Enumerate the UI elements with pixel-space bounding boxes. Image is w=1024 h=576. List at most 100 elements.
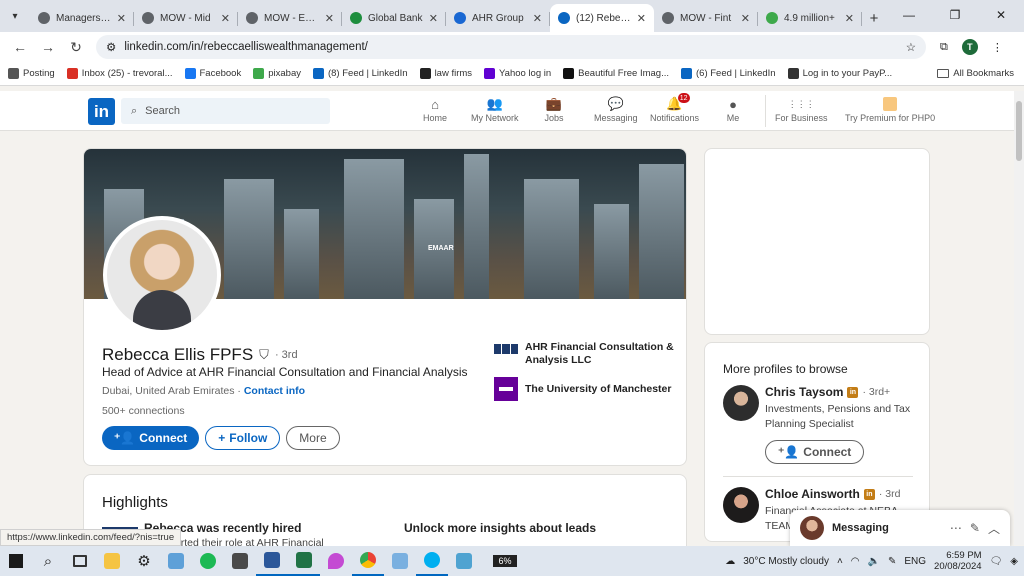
bookmark-star-icon[interactable]: ☆ — [906, 40, 916, 54]
bookmarks-bar: Posting Inbox (25) - trevoral... Facebook p… — [0, 62, 1024, 86]
nav-notifications[interactable]: 🔔 12 Notifications — [650, 92, 699, 123]
avatar[interactable] — [723, 385, 759, 421]
close-tab-icon[interactable]: ✕ — [637, 12, 646, 25]
nav-my-network[interactable]: 👥 My Network — [471, 95, 519, 123]
search-input[interactable]: ⌕ Search — [121, 98, 330, 124]
messaging-overlay[interactable]: Messaging ⋯ ✎ ︿ — [790, 510, 1010, 546]
compose-icon[interactable]: ✎ — [970, 521, 980, 535]
bookmark-favicon-icon — [681, 68, 692, 79]
bookmark-item[interactable]: (6) Feed | LinkedIn — [681, 68, 776, 79]
nav-home[interactable]: ⌂ Home — [423, 95, 447, 124]
close-window-icon[interactable]: ✕ — [978, 0, 1024, 30]
page-scrollbar[interactable] — [1014, 91, 1024, 545]
notifications-icon[interactable]: 🗨 — [990, 556, 1003, 567]
browser-tab[interactable]: MOW - Euro ✕ — [238, 4, 342, 32]
tab-search-icon[interactable]: ▾ — [0, 0, 30, 32]
nav-jobs[interactable]: 💼 Jobs — [544, 95, 564, 123]
education-school[interactable]: The University of Manchester — [494, 377, 674, 402]
language-indicator[interactable]: ENG — [904, 556, 926, 567]
forward-icon[interactable]: → — [34, 34, 62, 60]
browser-tab[interactable]: MOW - Mid ✕ — [134, 4, 238, 32]
bookmark-item[interactable]: Inbox (25) - trevoral... — [66, 68, 173, 79]
windows-start-icon[interactable] — [0, 546, 32, 576]
unlock-insights-heading: Unlock more insights about leads — [404, 521, 597, 535]
contact-info-link[interactable]: Contact info — [244, 385, 305, 397]
wifi-icon[interactable]: ◠ — [851, 556, 860, 567]
browser-tab[interactable]: Global Bank ✕ — [342, 4, 446, 32]
connect-button[interactable]: ⁺👤 Connect — [102, 426, 200, 450]
bookmark-item[interactable]: pixabay — [253, 68, 301, 79]
word-icon[interactable] — [256, 546, 288, 576]
battery-indicator[interactable]: 6% — [480, 546, 530, 576]
restore-icon[interactable]: ❐ — [932, 0, 978, 30]
bookmark-item[interactable]: Yahoo log in — [484, 68, 551, 79]
remote-desktop-icon[interactable] — [160, 546, 192, 576]
chevron-up-icon[interactable]: ︿ — [988, 520, 1000, 537]
close-tab-icon[interactable]: ✕ — [325, 12, 334, 25]
paint-icon[interactable] — [320, 546, 352, 576]
bookmark-favicon-icon — [184, 68, 196, 79]
bookmark-item[interactable]: Beautiful Free Imag... — [563, 68, 669, 79]
reload-icon[interactable]: ↻ — [62, 34, 90, 60]
close-tab-icon[interactable]: ✕ — [533, 12, 542, 25]
snipping-tool-icon[interactable] — [384, 546, 416, 576]
nav-for-business[interactable]: ⋮⋮⋮ For Business — [775, 95, 828, 124]
close-tab-icon[interactable]: ✕ — [741, 12, 750, 25]
more-options-icon[interactable]: ⋯ — [950, 521, 962, 535]
settings-icon[interactable]: ⚙ — [128, 546, 160, 576]
more-button[interactable]: More — [286, 426, 340, 450]
all-bookmarks[interactable]: All Bookmarks — [937, 68, 1014, 79]
back-icon[interactable]: ← — [6, 34, 34, 60]
calculator-icon[interactable] — [224, 546, 256, 576]
bookmark-item[interactable]: law firms — [419, 68, 472, 79]
chrome-icon[interactable] — [352, 546, 384, 576]
url-omnibox[interactable]: ⚙ linkedin.com/in/rebeccaelliswealthmana… — [96, 35, 926, 59]
bookmark-favicon-icon — [253, 68, 265, 79]
weather-text[interactable]: 30°C Mostly cloudy — [743, 556, 829, 567]
file-explorer-icon[interactable] — [96, 546, 128, 576]
browser-tab[interactable]: MOW - Fint ✕ — [654, 4, 758, 32]
nav-messaging[interactable]: 💬 Messaging — [594, 95, 638, 123]
bookmark-item[interactable]: (8) Feed | LinkedIn — [312, 68, 408, 79]
browser-tab[interactable]: (12) Rebecca ✕ — [550, 4, 654, 32]
copilot-icon[interactable]: ◈ — [1010, 556, 1018, 567]
spotify-icon[interactable] — [192, 546, 224, 576]
nav-premium[interactable]: Try Premium for PHP0 — [845, 95, 935, 123]
clock[interactable]: 6:59 PM 20/08/2024 — [934, 550, 982, 573]
close-tab-icon[interactable]: ✕ — [117, 12, 126, 25]
verified-shield-icon[interactable]: ⛉ — [259, 347, 269, 363]
connect-button[interactable]: ⁺👤 Connect — [765, 440, 865, 464]
url-text[interactable]: linkedin.com/in/rebeccaelliswealthmanage… — [124, 41, 897, 53]
browser-tab[interactable]: AHR Group ✕ — [446, 4, 550, 32]
linkedin-logo[interactable]: in — [88, 98, 115, 125]
avatar[interactable] — [723, 487, 759, 523]
site-info-icon[interactable]: ⚙ — [106, 40, 116, 54]
follow-button[interactable]: + Follow — [205, 426, 281, 450]
extensions-icon[interactable]: ⧉ — [940, 41, 948, 54]
photos-icon[interactable] — [448, 546, 480, 576]
task-view-icon[interactable] — [64, 546, 96, 576]
browser-tab[interactable]: 4.9 million+ ✕ — [758, 4, 862, 32]
browser-tab[interactable]: Managers of ✕ — [30, 4, 134, 32]
in-favicon-icon — [558, 12, 570, 24]
browser-menu-icon[interactable]: ⋮ — [992, 41, 1003, 54]
bookmark-item[interactable]: Posting — [8, 68, 55, 79]
window-controls: — ❐ ✕ — [886, 0, 1024, 30]
chevron-up-icon[interactable]: ˄ — [837, 556, 843, 567]
search-icon[interactable]: ⌕ — [32, 546, 64, 576]
new-tab-button[interactable]: + — [862, 4, 886, 32]
nav-me[interactable]: ● Me — [723, 95, 743, 124]
profile-photo[interactable] — [103, 216, 221, 334]
current-company[interactable]: AHR Financial Consultation & Analysis LL… — [494, 341, 674, 367]
bookmark-item[interactable]: Facebook — [184, 68, 241, 79]
close-tab-icon[interactable]: ✕ — [429, 12, 438, 25]
volume-icon[interactable]: 🔈 — [868, 556, 880, 567]
skype-icon[interactable] — [416, 546, 448, 576]
close-tab-icon[interactable]: ✕ — [221, 12, 230, 25]
close-tab-icon[interactable]: ✕ — [845, 12, 854, 25]
pen-icon[interactable]: ✎ — [888, 556, 896, 567]
bookmark-item[interactable]: Log in to your PayP... — [787, 68, 892, 79]
minimize-icon[interactable]: — — [886, 0, 932, 30]
excel-icon[interactable] — [288, 546, 320, 576]
browser-profile-avatar[interactable]: T — [961, 39, 978, 55]
